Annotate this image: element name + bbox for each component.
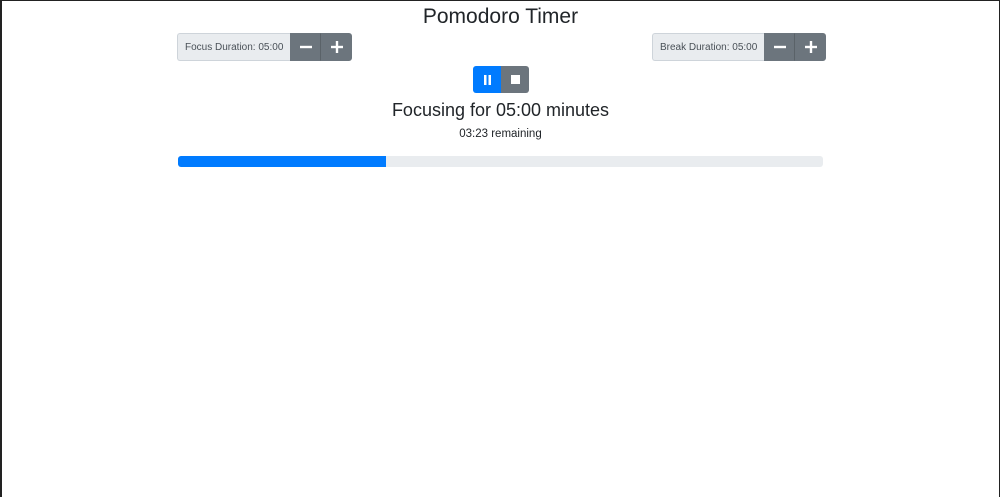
minus-icon bbox=[299, 45, 312, 49]
minus-icon bbox=[773, 45, 786, 49]
break-duration-group: Break Duration: 05:00 bbox=[652, 33, 827, 61]
stop-button[interactable] bbox=[501, 66, 529, 93]
focus-duration-group: Focus Duration: 05:00 bbox=[177, 33, 353, 61]
stop-icon bbox=[510, 75, 520, 84]
time-remaining: 03:23 remaining bbox=[459, 128, 542, 140]
progress-bar bbox=[178, 156, 823, 167]
focus-duration-label: Focus Duration: 05:00 bbox=[177, 33, 291, 61]
status-heading: Focusing for 05:00 minutes bbox=[391, 100, 610, 120]
focus-increase-button[interactable] bbox=[321, 33, 353, 61]
pomodoro-app: Pomodoro Timer Focus Duration: 05:00 Bre… bbox=[2, 1, 999, 497]
pause-button[interactable] bbox=[473, 66, 501, 93]
break-decrease-button[interactable] bbox=[764, 33, 796, 61]
pause-icon bbox=[483, 74, 491, 85]
page-title: Pomodoro Timer bbox=[422, 5, 579, 28]
focus-decrease-button[interactable] bbox=[290, 33, 322, 61]
plus-icon bbox=[804, 41, 817, 53]
break-duration-label: Break Duration: 05:00 bbox=[652, 33, 765, 61]
break-increase-button[interactable] bbox=[795, 33, 827, 61]
timer-controls bbox=[473, 66, 529, 93]
plus-icon bbox=[330, 41, 343, 53]
progress-fill bbox=[178, 156, 387, 167]
